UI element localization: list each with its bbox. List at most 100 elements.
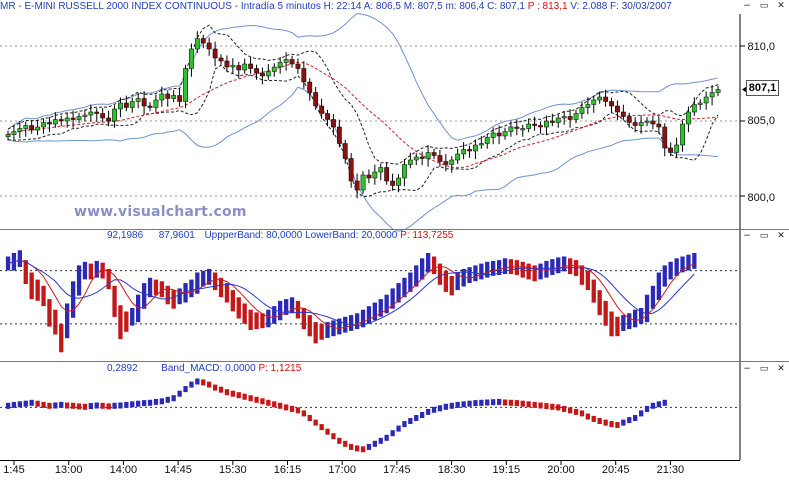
candle[interactable] (218, 57, 224, 62)
macd-bar[interactable] (159, 398, 164, 405)
macd-bar[interactable] (579, 410, 585, 417)
oscillator-bar[interactable] (562, 256, 567, 272)
macd-bar[interactable] (59, 401, 64, 408)
candle[interactable] (626, 116, 632, 123)
oscillator-bar[interactable] (177, 288, 182, 305)
candle[interactable] (561, 116, 567, 119)
oscillator-bar[interactable] (556, 257, 561, 274)
oscillator-bar[interactable] (355, 313, 360, 330)
candle[interactable] (230, 65, 236, 68)
minimize-icon[interactable]: − (741, 364, 753, 375)
candle[interactable] (129, 101, 135, 108)
macd-bar[interactable] (53, 402, 58, 409)
candle[interactable] (301, 68, 307, 83)
candle[interactable] (52, 119, 58, 125)
macd-bar[interactable] (195, 378, 200, 385)
candle[interactable] (194, 38, 200, 50)
oscillator-bar[interactable] (313, 322, 318, 344)
candle[interactable] (591, 99, 597, 105)
oscillator-bar[interactable] (514, 260, 519, 275)
candle[interactable] (691, 104, 697, 113)
oscillator-bar[interactable] (171, 290, 176, 309)
macd-bar[interactable] (177, 390, 182, 397)
oscillator-bar[interactable] (449, 276, 454, 296)
candle[interactable] (5, 134, 11, 137)
macd-bar[interactable] (585, 413, 590, 420)
oscillator-bar[interactable] (218, 277, 224, 298)
candle[interactable] (307, 81, 313, 93)
macd-bar[interactable] (497, 398, 502, 405)
candle[interactable] (159, 93, 165, 101)
oscillator-bar[interactable] (544, 260, 549, 278)
candle[interactable] (431, 152, 437, 156)
macd-bar[interactable] (100, 402, 105, 409)
candle[interactable] (620, 111, 626, 117)
macd-bar[interactable] (402, 421, 407, 428)
macd-bar[interactable] (248, 395, 253, 402)
oscillator-bar[interactable] (118, 305, 123, 340)
macd-bar[interactable] (76, 403, 82, 410)
candle[interactable] (265, 71, 271, 77)
candle[interactable] (697, 102, 703, 105)
oscillator-bar[interactable] (153, 279, 159, 296)
oscillator-bar[interactable] (53, 309, 58, 335)
oscillator-bar[interactable] (491, 260, 496, 276)
oscillator-bar[interactable] (189, 279, 194, 298)
candle[interactable] (715, 89, 721, 93)
candle[interactable] (41, 122, 46, 128)
macd-bar[interactable] (550, 403, 555, 410)
candle[interactable] (668, 147, 674, 153)
candle[interactable] (662, 126, 668, 149)
macd-bar[interactable] (603, 419, 608, 426)
macd-bar[interactable] (171, 395, 176, 402)
candle[interactable] (295, 63, 301, 69)
macd-bar[interactable] (461, 401, 466, 408)
oscillator-bar[interactable] (633, 309, 638, 328)
candle[interactable] (260, 72, 265, 77)
macd-bar[interactable] (514, 400, 519, 407)
macd-bar[interactable] (467, 400, 472, 407)
candle[interactable] (396, 177, 401, 186)
candle[interactable] (650, 120, 656, 125)
oscillator-bar[interactable] (656, 272, 661, 301)
oscillator-bar[interactable] (692, 253, 697, 269)
candle[interactable] (425, 152, 431, 159)
candle[interactable] (514, 126, 520, 129)
macd-bar[interactable] (491, 399, 496, 406)
candle[interactable] (165, 93, 171, 99)
oscillator-bar[interactable] (662, 265, 667, 287)
candle[interactable] (443, 161, 449, 165)
candle[interactable] (17, 128, 23, 132)
close-icon[interactable]: ✕ (775, 1, 787, 12)
candle[interactable] (437, 155, 443, 162)
macd-bar[interactable] (437, 405, 443, 412)
candle[interactable] (141, 98, 147, 107)
macd-bar[interactable] (656, 401, 661, 408)
macd-bar[interactable] (520, 400, 525, 407)
oscillator-bar[interactable] (627, 313, 632, 330)
candle[interactable] (390, 180, 396, 186)
candle[interactable] (402, 164, 407, 179)
candle[interactable] (461, 149, 467, 155)
oscillator-bar[interactable] (307, 315, 312, 337)
macd-bar[interactable] (568, 407, 573, 414)
macd-bar[interactable] (88, 403, 93, 410)
macd-bar[interactable] (319, 424, 324, 431)
candle[interactable] (455, 153, 461, 161)
macd-bar[interactable] (526, 401, 531, 408)
oscillator-bar[interactable] (585, 270, 590, 291)
candle[interactable] (573, 113, 579, 120)
minimize-icon[interactable]: − (741, 1, 753, 12)
candle[interactable] (94, 111, 100, 114)
oscillator-bar[interactable] (597, 290, 602, 315)
oscillator-bar[interactable] (35, 279, 40, 301)
macd-bar[interactable] (615, 422, 620, 428)
oscillator-bar[interactable] (343, 316, 348, 333)
macd-bar[interactable] (272, 401, 277, 408)
macd-bar[interactable] (396, 425, 401, 432)
oscillator-bar[interactable] (124, 311, 129, 332)
candle[interactable] (384, 167, 390, 182)
macd-bar[interactable] (627, 417, 632, 424)
macd-bar[interactable] (414, 415, 419, 421)
macd-bar[interactable] (662, 399, 667, 406)
